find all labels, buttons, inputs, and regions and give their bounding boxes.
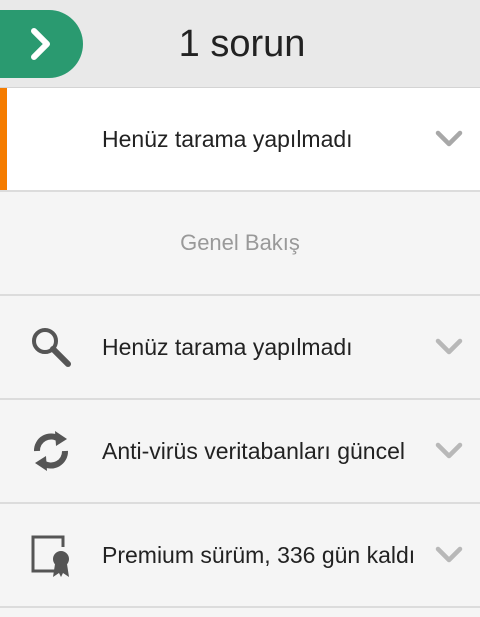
list-item-label: Premium sürüm, 336 gün kaldı <box>102 541 416 568</box>
alert-accent-bar <box>0 88 7 190</box>
alert-row-label: Henüz tarama yapılmadı <box>102 125 353 152</box>
chevron-down-icon <box>435 338 463 355</box>
chevron-down-icon <box>435 442 463 459</box>
list-item-label: Anti-virüs veritabanları güncel <box>102 437 405 464</box>
refresh-icon <box>28 428 74 474</box>
list-item-scan-status[interactable]: Henüz tarama yapılmadı <box>0 296 480 400</box>
chevron-down-icon <box>435 546 463 563</box>
search-icon <box>28 324 74 370</box>
alert-row-scan[interactable]: Henüz tarama yapılmadı <box>0 88 480 192</box>
section-header-overview: Genel Bakış <box>0 192 480 296</box>
list-item-license-status[interactable]: Premium sürüm, 336 gün kaldı <box>0 504 480 608</box>
certificate-icon <box>28 532 74 578</box>
chevron-down-icon <box>435 130 463 147</box>
header-bar: 1 sorun <box>0 0 480 88</box>
list-item-database-status[interactable]: Anti-virüs veritabanları güncel <box>0 400 480 504</box>
page-title: 1 sorun <box>178 22 306 65</box>
list-item-label: Henüz tarama yapılmadı <box>102 333 353 360</box>
